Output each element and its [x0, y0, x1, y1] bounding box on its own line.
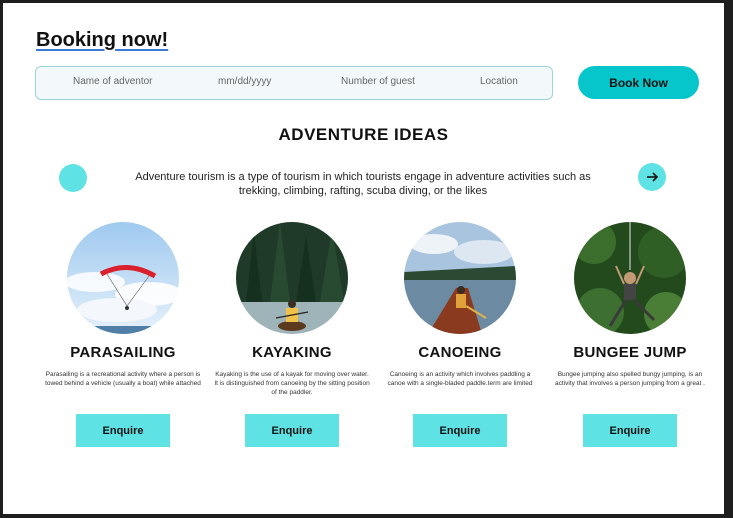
enquire-button-parasailing[interactable]: Enquire	[76, 414, 170, 447]
card-title: KAYAKING	[252, 344, 332, 361]
enquire-button-canoeing[interactable]: Enquire	[413, 414, 507, 447]
page-title: Booking now!	[36, 29, 169, 51]
card-description: Kayaking is the use of a kayak for movin…	[214, 371, 370, 396]
adventure-description: Adventure tourism is a type of tourism i…	[135, 171, 591, 197]
card-description: Parasailing is a recreational activity w…	[45, 371, 201, 387]
guest-count-field[interactable]: Number of guest	[341, 76, 415, 87]
arrow-right-icon	[647, 172, 659, 182]
card-description: Canoeing is an activity which involves p…	[387, 371, 533, 387]
book-now-button[interactable]: Book Now	[578, 66, 699, 99]
date-field[interactable]: mm/dd/yyyy	[218, 76, 271, 87]
location-field[interactable]: Location	[480, 76, 518, 87]
card-title: CANOEING	[418, 344, 502, 361]
adventure-card-canoeing: CANOEING Canoeing is an activity which i…	[380, 222, 540, 447]
adventurer-name-field[interactable]: Name of adventor	[73, 76, 153, 87]
carousel-prev-button[interactable]	[59, 164, 87, 192]
canoeing-image	[404, 222, 516, 334]
booking-page: Booking now! Name of adventor mm/dd/yyyy…	[3, 3, 724, 514]
adventure-card-parasailing: PARASAILING Parasailing is a recreationa…	[43, 222, 203, 447]
kayaking-image	[236, 222, 348, 334]
card-title: PARASAILING	[70, 344, 176, 361]
enquire-button-bungee-jump[interactable]: Enquire	[583, 414, 677, 447]
adventure-card-kayaking: KAYAKING Kayaking is the use of a kayak …	[212, 222, 372, 447]
bungee-jump-image	[574, 222, 686, 334]
card-description: Bungee jumping also spelled bungy jumpin…	[555, 371, 705, 387]
carousel-next-button[interactable]	[638, 163, 666, 191]
parasailing-image	[67, 222, 179, 334]
enquire-button-kayaking[interactable]: Enquire	[245, 414, 339, 447]
booking-search-bar: Name of adventor mm/dd/yyyy Number of gu…	[35, 66, 553, 100]
adventure-card-bungee-jump: BUNGEE JUMP Bungee jumping also spelled …	[550, 222, 710, 447]
card-title: BUNGEE JUMP	[573, 344, 687, 361]
section-title: ADVENTURE IDEAS	[278, 125, 449, 144]
